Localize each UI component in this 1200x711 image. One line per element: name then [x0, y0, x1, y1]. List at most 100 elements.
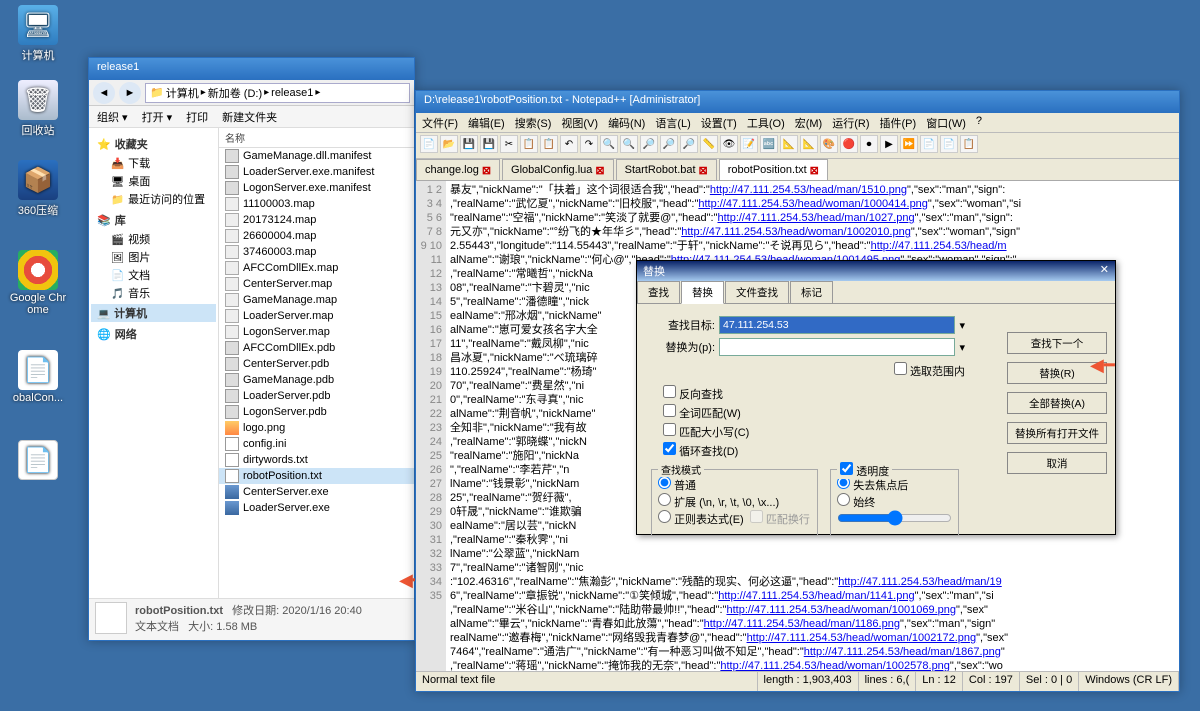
file-row[interactable]: LoaderServer.map [219, 308, 414, 324]
menu-item[interactable]: 语言(L) [655, 115, 690, 130]
menu-item[interactable]: 设置(T) [701, 115, 737, 130]
nav-computer[interactable]: 💻 计算机 [91, 304, 216, 322]
file-row[interactable]: CenterServer.pdb [219, 356, 414, 372]
file-row[interactable]: 26600004.map [219, 228, 414, 244]
toolbar-button[interactable]: 📐 [780, 135, 798, 153]
nav-recent[interactable]: 📁 最近访问的位置 [91, 190, 216, 208]
file-row[interactable]: GameManage.pdb [219, 372, 414, 388]
file-row[interactable]: CenterServer.exe [219, 484, 414, 500]
toolbar-button[interactable]: 🔴 [840, 135, 858, 153]
replaceall-button[interactable]: 全部替换(A) [1007, 392, 1107, 414]
dialog-tab[interactable]: 替换 [681, 281, 724, 304]
dialog-tab[interactable]: 查找 [637, 281, 680, 303]
toolbar-button[interactable]: 📏 [700, 135, 718, 153]
menu-item[interactable]: 视图(V) [561, 115, 598, 130]
check-matchcase[interactable]: 匹配大小写(C) [663, 423, 965, 440]
back-button[interactable]: ◄ [93, 82, 115, 104]
close-icon[interactable]: ✕ [1100, 263, 1109, 279]
file-row[interactable]: AFCComDllEx.map [219, 260, 414, 276]
dropdown-icon[interactable]: ▾ [959, 341, 965, 354]
tab-close-icon[interactable]: ⊠ [595, 164, 604, 177]
radio-mode-extended[interactable]: 扩展 (\n, \r, \t, \0, \x...) [658, 497, 779, 509]
cancel-button[interactable]: 取消 [1007, 452, 1107, 474]
menu-newfolder[interactable]: 新建文件夹 [222, 109, 277, 124]
desktop-icon-chrome[interactable]: Google Chrome [8, 250, 68, 316]
dialog-tab[interactable]: 标记 [790, 281, 833, 303]
menu-item[interactable]: 工具(O) [747, 115, 785, 130]
nav-downloads[interactable]: 📥 下载 [91, 154, 216, 172]
editor-tab[interactable]: change.log⊠ [416, 159, 500, 180]
toolbar-button[interactable]: ↷ [580, 135, 598, 153]
check-inselection[interactable]: 选取范围内 [894, 366, 965, 378]
menu-item[interactable]: 插件(P) [880, 115, 917, 130]
toolbar-button[interactable]: 💾 [480, 135, 498, 153]
dialog-tab[interactable]: 文件查找 [725, 281, 789, 303]
findnext-button[interactable]: 查找下一个 [1007, 332, 1107, 354]
check-dotnewline[interactable]: 匹配换行 [750, 514, 810, 526]
file-row[interactable]: 37460003.map [219, 244, 414, 260]
toolbar-button[interactable]: 📂 [440, 135, 458, 153]
menu-item[interactable]: 文件(F) [422, 115, 458, 130]
nav-videos[interactable]: 🎬 视频 [91, 230, 216, 248]
file-row[interactable]: LogonServer.exe.manifest [219, 180, 414, 196]
forward-button[interactable]: ► [119, 82, 141, 104]
toolbar-button[interactable]: 📝 [740, 135, 758, 153]
nav-network[interactable]: 🌐 网络 [91, 324, 216, 344]
replace-input[interactable] [719, 338, 955, 356]
toolbar-button[interactable]: 🔍 [620, 135, 638, 153]
check-wrap[interactable]: 循环查找(D) [663, 442, 965, 459]
file-row[interactable]: AFCComDllEx.pdb [219, 340, 414, 356]
check-transparency[interactable]: 透明度 [840, 466, 889, 478]
find-input[interactable] [719, 316, 955, 334]
menu-item[interactable]: 运行(R) [832, 115, 869, 130]
toolbar-button[interactable]: 📋 [960, 135, 978, 153]
file-row[interactable]: GameManage.dll.manifest [219, 148, 414, 164]
menu-item[interactable]: 编码(N) [608, 115, 645, 130]
toolbar-button[interactable]: ✂ [500, 135, 518, 153]
toolbar-button[interactable]: 📐 [800, 135, 818, 153]
toolbar-button[interactable]: 🔎 [680, 135, 698, 153]
file-row[interactable]: 11100003.map [219, 196, 414, 212]
address-bar[interactable]: 📁 计算机 ▸ 新加卷 (D:) ▸ release1 ▸ [145, 83, 410, 103]
menu-print[interactable]: 打印 [186, 109, 208, 124]
desktop-icon-textfile[interactable]: 📄 [8, 440, 68, 482]
toolbar-button[interactable]: 🔎 [660, 135, 678, 153]
radio-mode-normal[interactable]: 普通 [658, 480, 696, 492]
file-row[interactable]: LoaderServer.pdb [219, 388, 414, 404]
menu-organize[interactable]: 组织 ▾ [97, 109, 128, 124]
file-row[interactable]: logo.png [219, 420, 414, 436]
nav-libraries[interactable]: 📚 库 [91, 210, 216, 230]
file-row[interactable]: dirtywords.txt [219, 452, 414, 468]
explorer-titlebar[interactable]: release1 [89, 58, 414, 80]
toolbar-button[interactable]: 🔍 [600, 135, 618, 153]
desktop-icon-globalcon[interactable]: 📄obalCon... [8, 350, 68, 404]
toolbar-button[interactable]: 👁 [720, 135, 738, 153]
tab-close-icon[interactable]: ⊠ [810, 164, 819, 177]
replaceallopen-button[interactable]: 替换所有打开文件 [1007, 422, 1107, 444]
dropdown-icon[interactable]: ▾ [959, 319, 965, 332]
transparency-slider[interactable] [837, 510, 952, 526]
toolbar-button[interactable]: 📄 [420, 135, 438, 153]
nav-pictures[interactable]: 🖼 图片 [91, 248, 216, 266]
editor-tab[interactable]: GlobalConfig.lua⊠ [502, 159, 614, 180]
check-reverse[interactable]: 反向查找 [663, 385, 965, 402]
nav-desktop[interactable]: 🖥 桌面 [91, 172, 216, 190]
menu-item[interactable]: ? [976, 115, 982, 130]
editor-tab[interactable]: StartRobot.bat⊠ [616, 159, 717, 180]
menu-item[interactable]: 窗口(W) [926, 115, 966, 130]
toolbar-button[interactable]: 📄 [940, 135, 958, 153]
file-row[interactable]: LoaderServer.exe.manifest [219, 164, 414, 180]
npp-titlebar[interactable]: D:\release1\robotPosition.txt - Notepad+… [416, 91, 1179, 113]
menu-item[interactable]: 搜索(S) [515, 115, 552, 130]
menu-item[interactable]: 宏(M) [795, 115, 823, 130]
file-row[interactable]: config.ini [219, 436, 414, 452]
toolbar-button[interactable]: ⏺ [860, 135, 878, 153]
file-row[interactable]: CenterServer.map [219, 276, 414, 292]
toolbar-button[interactable]: 📄 [920, 135, 938, 153]
desktop-icon-recyclebin[interactable]: 🗑回收站 [8, 80, 68, 138]
toolbar-button[interactable]: ↶ [560, 135, 578, 153]
radio-trans-onlose[interactable]: 失去焦点后 [837, 480, 908, 492]
editor-tab[interactable]: robotPosition.txt⊠ [719, 159, 828, 180]
toolbar-button[interactable]: ⏩ [900, 135, 918, 153]
menu-open[interactable]: 打开 ▾ [142, 109, 173, 124]
